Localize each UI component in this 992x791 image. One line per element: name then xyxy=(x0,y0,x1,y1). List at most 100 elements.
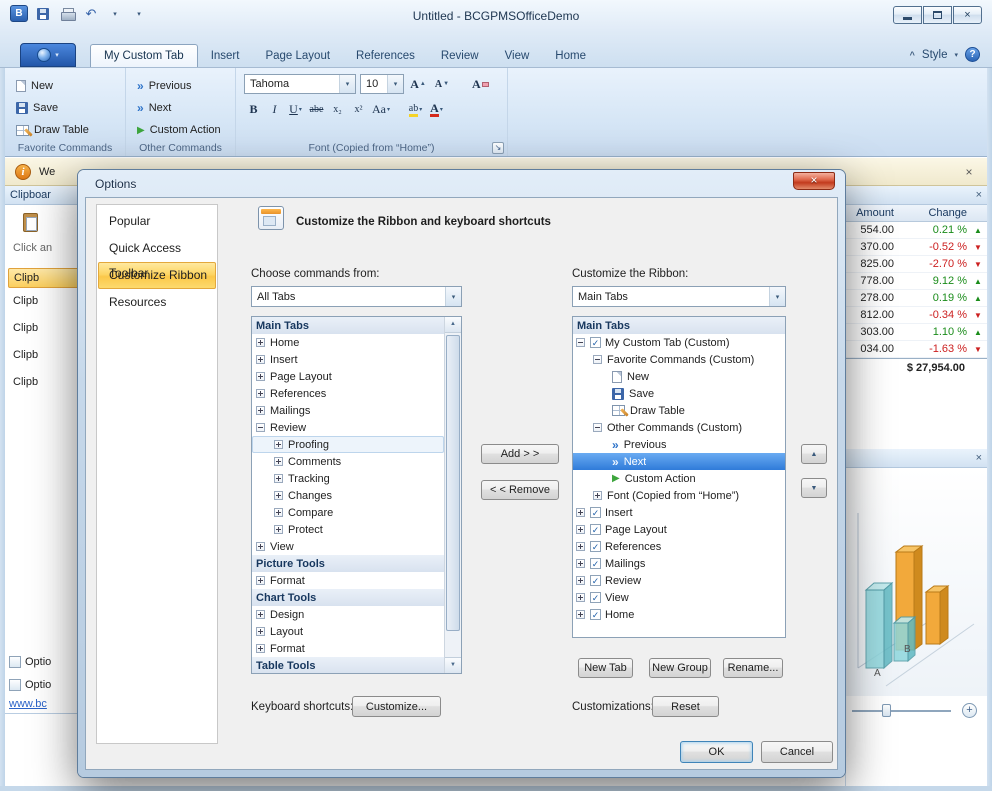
commands-item-layout[interactable]: Layout xyxy=(252,623,444,640)
expand-icon[interactable] xyxy=(256,627,265,636)
print-button[interactable] xyxy=(58,5,76,22)
rename-button[interactable]: Rename... xyxy=(723,658,783,678)
clipboard-item-selected[interactable]: Clipb xyxy=(8,268,79,288)
checkbox-checked[interactable]: ✓ xyxy=(590,541,601,552)
tree-item-references[interactable]: ✓References xyxy=(573,538,785,555)
scroll-up-icon[interactable]: ▲ xyxy=(445,317,461,333)
new-group-button[interactable]: New Group xyxy=(649,658,711,678)
expand-icon[interactable] xyxy=(256,406,265,415)
move-up-button[interactable]: ▲ xyxy=(801,444,827,464)
tree-item-review[interactable]: ✓Review xyxy=(573,572,785,589)
message-bar-close-icon[interactable]: × xyxy=(961,165,977,179)
app-icon[interactable]: B xyxy=(10,5,28,22)
tab-my-custom-tab[interactable]: My Custom Tab xyxy=(90,44,198,67)
commands-item-view[interactable]: View xyxy=(252,538,444,555)
paste-button[interactable] xyxy=(23,213,38,232)
commands-item-mailings[interactable]: Mailings xyxy=(252,402,444,419)
tree-item-insert[interactable]: ✓Insert xyxy=(573,504,785,521)
commands-item-page-layout[interactable]: Page Layout xyxy=(252,368,444,385)
table-row[interactable]: 825.00 -2.70 % ▼ xyxy=(846,256,987,273)
checkbox-checked[interactable]: ✓ xyxy=(590,337,601,348)
tree-item-previous[interactable]: »Previous xyxy=(573,436,785,453)
collapse-icon[interactable] xyxy=(576,338,585,347)
scrollbar-thumb[interactable] xyxy=(446,335,460,631)
highlight-color-button[interactable]: ab▾ xyxy=(406,100,425,119)
customize-ribbon-combo[interactable]: Main Tabs ▾ xyxy=(572,286,786,307)
tab-home[interactable]: Home xyxy=(542,45,599,67)
zoom-in-button[interactable]: + xyxy=(962,703,977,718)
tree-item-home[interactable]: ✓Home xyxy=(573,606,785,623)
save-button-ribbon[interactable]: Save xyxy=(13,97,119,119)
tab-references[interactable]: References xyxy=(343,45,428,67)
expand-icon[interactable] xyxy=(256,389,265,398)
chevron-down-icon[interactable]: ▾ xyxy=(339,75,355,93)
file-menu-button[interactable]: ▾ xyxy=(20,43,76,67)
underline-button[interactable]: U▾ xyxy=(286,100,305,119)
clipboard-item[interactable]: Clipb xyxy=(5,342,82,369)
table-row[interactable]: 278.00 0.19 % ▲ xyxy=(846,290,987,307)
nav-item-popular[interactable]: Popular xyxy=(98,208,216,235)
nav-item-customize-ribbon[interactable]: Customize Ribbon xyxy=(98,262,216,289)
tree-item-save[interactable]: Save xyxy=(573,385,785,402)
choose-commands-combo[interactable]: All Tabs ▾ xyxy=(251,286,462,307)
zoom-slider-track[interactable] xyxy=(852,710,951,712)
chevron-down-icon[interactable]: ▾ xyxy=(445,287,461,306)
tree-item-custom-action[interactable]: ▶Custom Action xyxy=(573,470,785,487)
expand-icon[interactable] xyxy=(256,576,265,585)
expand-icon[interactable] xyxy=(576,576,585,585)
expand-icon[interactable] xyxy=(576,559,585,568)
column-header-amount[interactable]: Amount xyxy=(846,207,894,219)
expand-icon[interactable] xyxy=(576,593,585,602)
commands-item-proofing[interactable]: Proofing xyxy=(252,436,444,453)
collapse-icon[interactable] xyxy=(593,423,602,432)
tree-item-my-custom-tab[interactable]: ✓My Custom Tab (Custom) xyxy=(573,334,785,351)
chevron-down-icon[interactable]: ▾ xyxy=(954,51,958,59)
font-name-combo[interactable]: Tahoma ▾ xyxy=(244,74,356,94)
style-button[interactable]: Style xyxy=(922,49,948,61)
table-row[interactable]: 554.00 0.21 % ▲ xyxy=(846,222,987,239)
expand-icon[interactable] xyxy=(256,610,265,619)
clear-formatting-button[interactable]: A xyxy=(470,74,491,94)
tree-item-page-layout[interactable]: ✓Page Layout xyxy=(573,521,785,538)
grow-font-button[interactable]: A▲ xyxy=(408,74,428,94)
reset-button[interactable]: Reset xyxy=(652,696,719,717)
dialog-close-button[interactable]: × xyxy=(793,172,835,190)
table-row[interactable]: 778.00 9.12 % ▲ xyxy=(846,273,987,290)
tab-view[interactable]: View xyxy=(492,45,543,67)
undo-dropdown[interactable]: ▾ xyxy=(106,5,124,22)
tree-item-view[interactable]: ✓View xyxy=(573,589,785,606)
new-button[interactable]: New xyxy=(13,75,119,97)
commands-item-changes[interactable]: Changes xyxy=(252,487,444,504)
previous-button[interactable]: » Previous xyxy=(134,75,229,97)
expand-icon[interactable] xyxy=(576,525,585,534)
expand-icon[interactable] xyxy=(576,508,585,517)
clipboard-option[interactable]: Optio xyxy=(9,673,82,696)
expand-icon[interactable] xyxy=(256,338,265,347)
expand-icon[interactable] xyxy=(274,457,283,466)
nav-item-quick-access-toolbar[interactable]: Quick Access Toolbar xyxy=(98,235,216,262)
clipboard-item[interactable]: Clipb xyxy=(5,315,82,342)
expand-icon[interactable] xyxy=(256,644,265,653)
tab-page-layout[interactable]: Page Layout xyxy=(252,45,343,67)
checkbox-checked[interactable]: ✓ xyxy=(590,592,601,603)
help-icon[interactable]: ? xyxy=(965,47,980,62)
draw-table-button[interactable]: Draw Table xyxy=(13,119,119,141)
collapse-icon[interactable] xyxy=(256,423,265,432)
commands-item-home[interactable]: Home xyxy=(252,334,444,351)
collapse-ribbon-icon[interactable]: ^ xyxy=(910,50,915,60)
superscript-button[interactable]: x² xyxy=(349,100,368,119)
font-size-combo[interactable]: 10 ▾ xyxy=(360,74,404,94)
commands-item-format[interactable]: Format xyxy=(252,640,444,657)
commands-item-design[interactable]: Design xyxy=(252,606,444,623)
tree-item-font-group[interactable]: Font (Copied from “Home”) xyxy=(573,487,785,504)
customize-shortcuts-button[interactable]: Customize... xyxy=(352,696,441,717)
nav-item-resources[interactable]: Resources xyxy=(98,289,216,316)
cancel-button[interactable]: Cancel xyxy=(761,741,833,763)
table-row[interactable]: 370.00 -0.52 % ▼ xyxy=(846,239,987,256)
tab-insert[interactable]: Insert xyxy=(198,45,253,67)
pane-close-icon[interactable]: × xyxy=(976,452,982,464)
commands-item-protect[interactable]: Protect xyxy=(252,521,444,538)
tree-item-draw-table[interactable]: Draw Table xyxy=(573,402,785,419)
expand-icon[interactable] xyxy=(576,610,585,619)
font-color-button[interactable]: A▾ xyxy=(427,100,446,119)
